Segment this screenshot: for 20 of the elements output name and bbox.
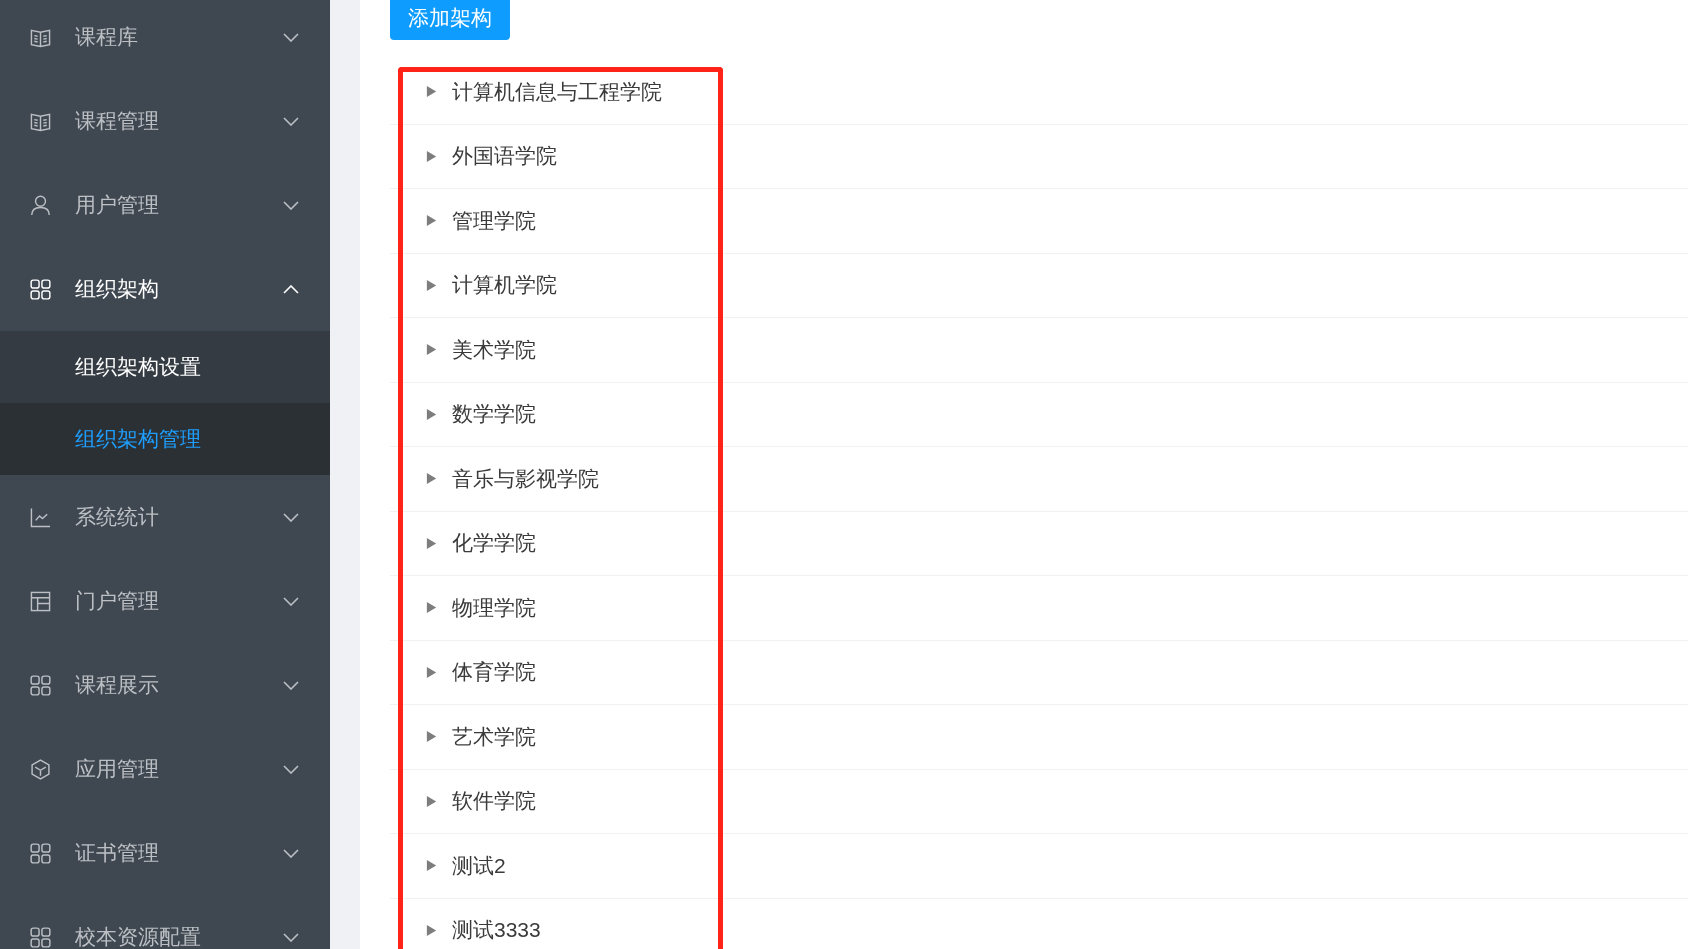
grid-icon (30, 926, 51, 948)
grid-icon (30, 278, 51, 300)
layout-icon (30, 590, 51, 612)
menu-item[interactable]: 应用管理 (0, 727, 330, 811)
menu-item[interactable]: 证书管理 (0, 811, 330, 895)
menu-item[interactable]: 课程展示 (0, 643, 330, 727)
user-icon (30, 194, 51, 216)
menu-item[interactable]: 校本资源配置 (0, 895, 330, 949)
submenu-item[interactable]: 组织架构设置 (0, 331, 330, 403)
line-chart-icon (30, 506, 51, 528)
submenu-item[interactable]: 组织架构管理 (0, 403, 330, 475)
menu-item[interactable]: 门户管理 (0, 559, 330, 643)
menu-item[interactable]: 用户管理 (0, 163, 330, 247)
menu-item[interactable]: 系统统计 (0, 475, 330, 559)
grid-icon (30, 842, 51, 864)
cube-icon (30, 758, 51, 780)
grid-icon (30, 674, 51, 696)
menu-item[interactable]: 课程管理 (0, 79, 330, 163)
menu-item[interactable]: 组织架构 (0, 247, 330, 331)
menu-item[interactable]: 课程库 (0, 0, 330, 79)
